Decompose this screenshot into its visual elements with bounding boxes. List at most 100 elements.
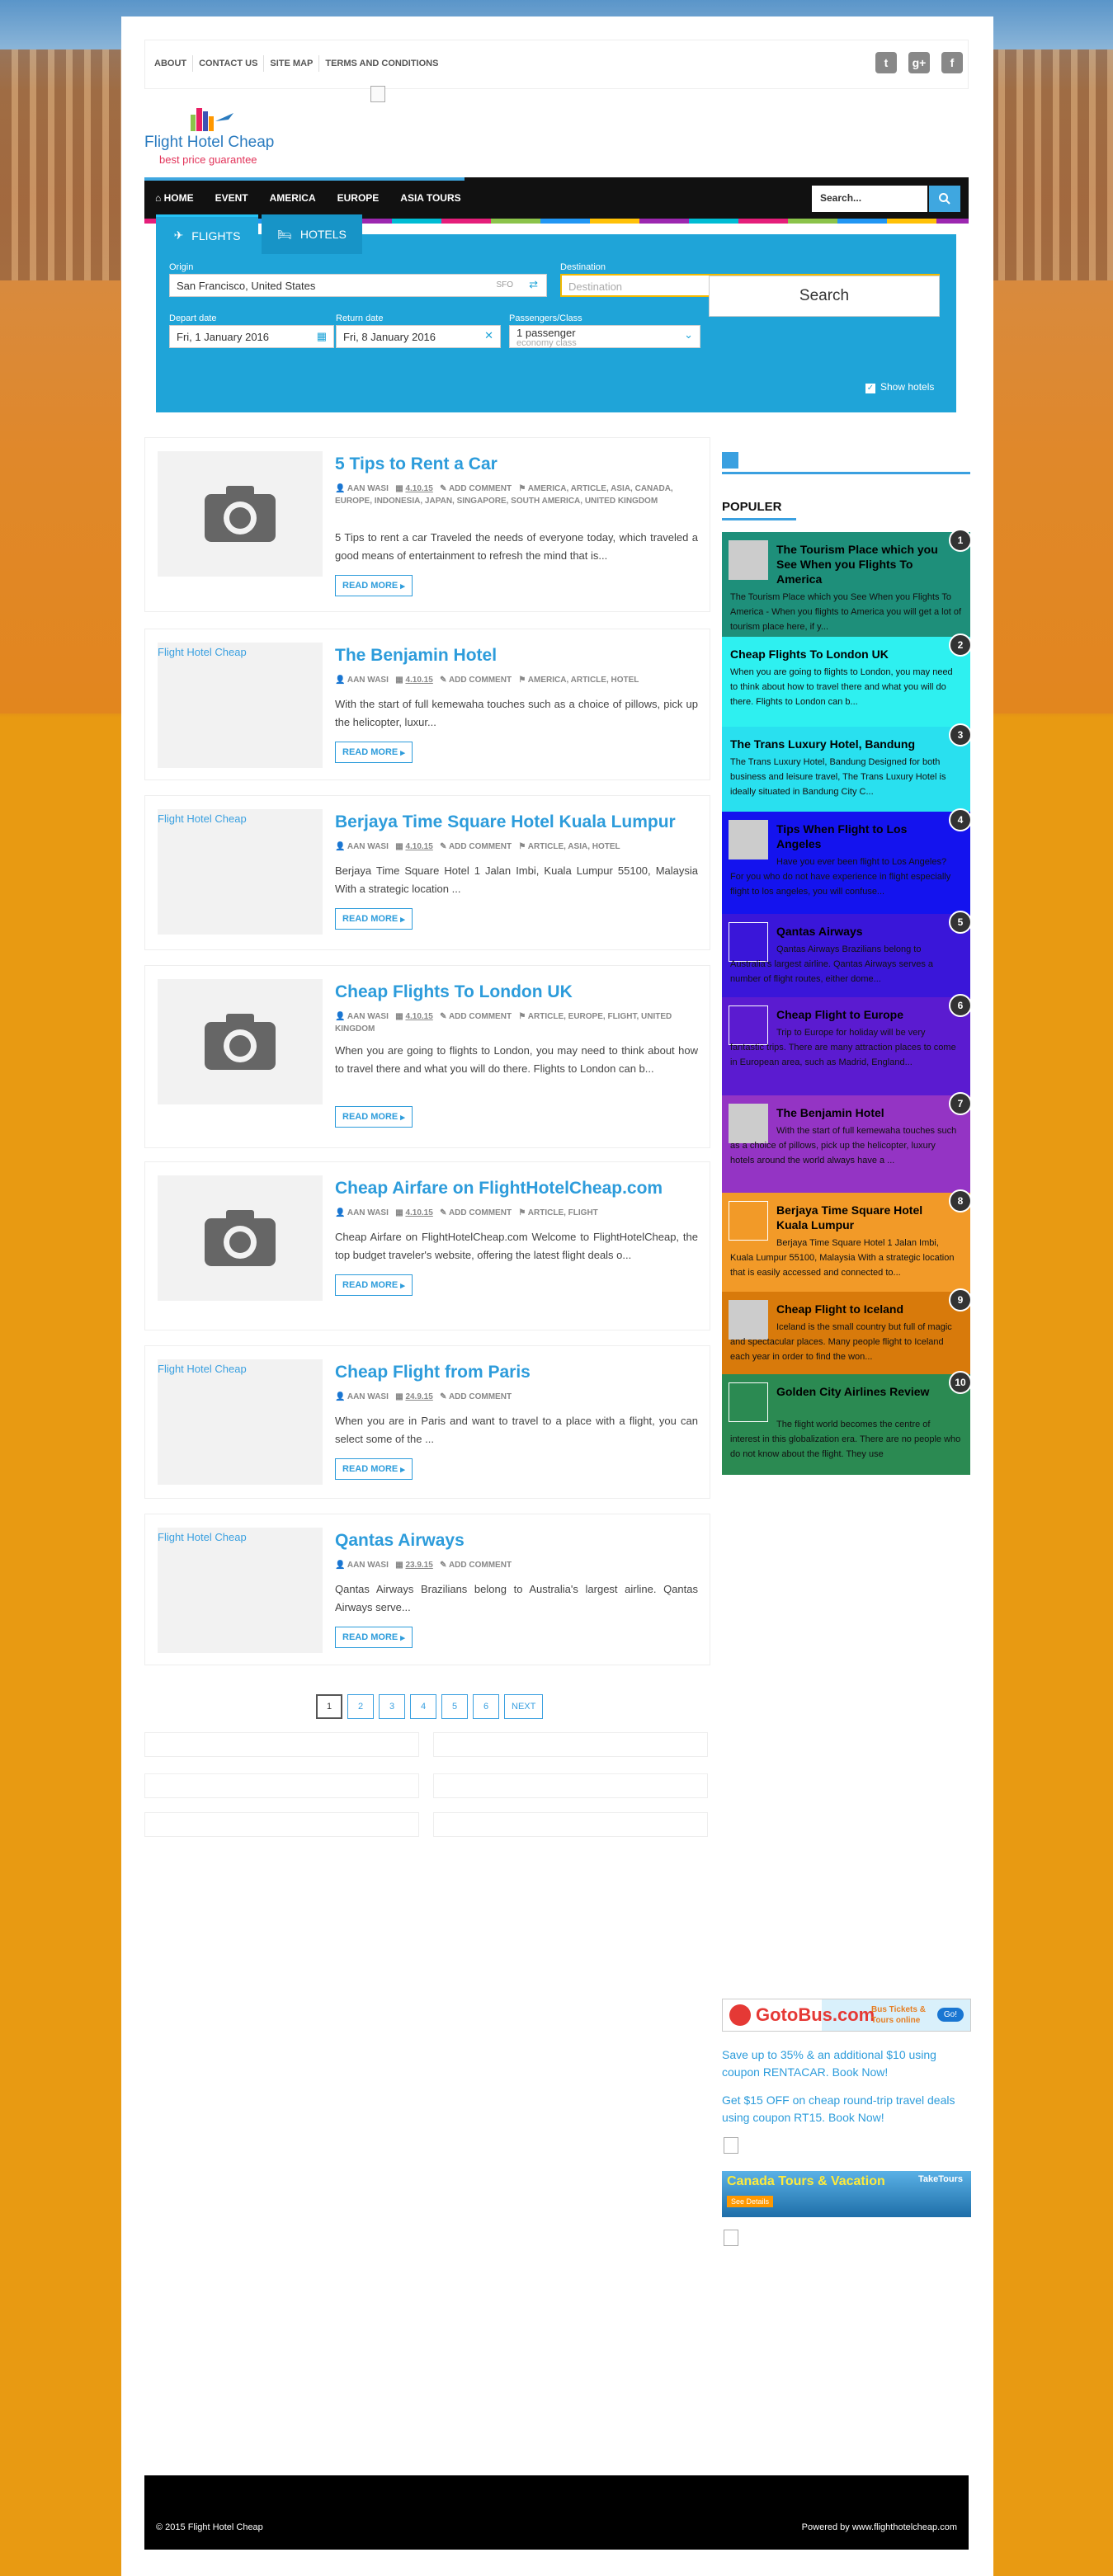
read-more-button[interactable]: READ MORE ▸ <box>335 1627 413 1648</box>
popular-title[interactable]: Golden City Airlines Review <box>776 1384 941 1399</box>
post-author[interactable]: AAN WASI <box>347 1561 389 1570</box>
read-more-button[interactable]: READ MORE ▸ <box>335 908 413 930</box>
popular-title[interactable]: The Benjamin Hotel <box>776 1105 941 1120</box>
post-title[interactable]: Qantas Airways <box>335 1531 465 1551</box>
post-meta: 👤 AAN WASI ▦ 4.10.15 ✎ ADD COMMENT ⚑ AME… <box>335 674 698 686</box>
popular-item[interactable]: Berjaya Time Square Hotel Kuala Lumpur Be… <box>722 1189 972 1292</box>
post-tags[interactable]: AMERICA, ARTICLE, HOTEL <box>528 676 639 685</box>
coupon-link-rentacar[interactable]: Save up to 35% & an additional $10 using… <box>722 2046 970 2081</box>
post-title[interactable]: Berjaya Time Square Hotel Kuala Lumpur <box>335 812 676 832</box>
popular-item[interactable]: Cheap Flights To London UK When you are g… <box>722 633 972 727</box>
post-comment-link[interactable]: ADD COMMENT <box>449 842 512 851</box>
post-comment-link[interactable]: ADD COMMENT <box>449 1561 512 1570</box>
post-thumbnail[interactable]: Flight Hotel Cheap <box>158 809 323 935</box>
popular-item[interactable]: The Tourism Place which you See When you… <box>722 529 972 637</box>
canada-tours-ad[interactable]: Canada Tours & Vacation See Details Take… <box>722 2171 971 2217</box>
post-author[interactable]: AAN WASI <box>347 1012 389 1021</box>
popular-item[interactable]: The Benjamin Hotel With the start of full… <box>722 1092 972 1193</box>
sidebar-tab-icon[interactable] <box>722 452 738 469</box>
nav-event[interactable]: EVENT <box>205 192 259 204</box>
tab-flights[interactable]: ✈ FLIGHTS <box>156 214 258 254</box>
page-1[interactable]: 1 <box>316 1694 342 1719</box>
page-4[interactable]: 4 <box>410 1694 436 1719</box>
post-author[interactable]: AAN WASI <box>347 484 389 493</box>
popular-item[interactable]: The Trans Luxury Hotel, Bandung The Trans… <box>722 723 972 812</box>
footer-powered[interactable]: Powered by www.flighthotelcheap.com <box>802 2522 957 2532</box>
flight-search-button[interactable]: Search <box>709 275 940 317</box>
post-author[interactable]: AAN WASI <box>347 1392 389 1401</box>
post-title[interactable]: Cheap Flights To London UK <box>335 982 573 1002</box>
popular-title[interactable]: Tips When Flight to Los Angeles <box>776 822 941 851</box>
topnav-contact[interactable]: CONTACT US <box>193 55 265 72</box>
post-title[interactable]: The Benjamin Hotel <box>335 646 497 666</box>
post-comment-link[interactable]: ADD COMMENT <box>449 676 512 685</box>
nav-home[interactable]: ⌂ HOME <box>144 192 205 204</box>
camera-icon <box>205 486 276 542</box>
popular-title[interactable]: The Tourism Place which you See When you… <box>776 542 941 586</box>
clear-icon[interactable]: ✕ <box>484 329 493 342</box>
comment-icon: ✎ <box>440 1392 449 1401</box>
popular-title[interactable]: Cheap Flight to Iceland <box>776 1302 941 1316</box>
read-more-button[interactable]: READ MORE ▸ <box>335 575 413 596</box>
popular-item[interactable]: Cheap Flight to Iceland Iceland is the sm… <box>722 1288 972 1374</box>
nav-europe[interactable]: EUROPE <box>327 192 390 204</box>
post-card: Cheap Flights To London UK 👤 AAN WASI ▦ 4… <box>144 965 710 1148</box>
gotobus-ad[interactable]: GotoBus.com Bus Tickets & Tours online G… <box>722 1999 971 2032</box>
topnav-about[interactable]: ABOUT <box>149 55 194 72</box>
page-6[interactable]: 6 <box>473 1694 499 1719</box>
topnav-sitemap[interactable]: SITE MAP <box>264 55 320 72</box>
coupon-link-rt15[interactable]: Get $15 OFF on cheap round-trip travel d… <box>722 2092 970 2126</box>
post-tags[interactable]: ARTICLE, FLIGHT <box>528 1208 598 1217</box>
post-author[interactable]: AAN WASI <box>347 842 389 851</box>
post-title[interactable]: 5 Tips to Rent a Car <box>335 454 498 474</box>
search-button[interactable] <box>929 186 960 212</box>
popular-item[interactable]: Golden City Airlines Review The flight wo… <box>722 1371 972 1475</box>
post-comment-link[interactable]: ADD COMMENT <box>449 484 512 493</box>
show-hotels-checkbox[interactable]: ✓ Show hotels <box>865 381 934 393</box>
post-comment-link[interactable]: ADD COMMENT <box>449 1012 512 1021</box>
google-plus-icon[interactable]: g+ <box>908 52 930 73</box>
tab-hotels[interactable]: 🛏 HOTELS <box>262 214 362 254</box>
twitter-icon[interactable]: t <box>875 52 897 73</box>
read-more-button[interactable]: READ MORE ▸ <box>335 1274 413 1296</box>
page-3[interactable]: 3 <box>379 1694 405 1719</box>
return-date-field[interactable]: Fri, 8 January 2016 ✕ <box>336 325 501 348</box>
nav-asia-tours[interactable]: ASIA TOURS <box>389 192 471 204</box>
post-thumbnail[interactable] <box>158 1175 323 1301</box>
topnav-terms[interactable]: TERMS AND CONDITIONS <box>319 55 444 72</box>
post-tags[interactable]: ARTICLE, ASIA, HOTEL <box>528 842 620 851</box>
popular-item[interactable]: Qantas Airways Qantas Airways Brazilians … <box>722 911 972 997</box>
origin-field[interactable]: San Francisco, United States SFO ⇄ <box>169 274 547 297</box>
nav-america[interactable]: AMERICA <box>259 192 327 204</box>
popular-title[interactable]: Berjaya Time Square Hotel Kuala Lumpur <box>776 1203 941 1232</box>
depart-date-field[interactable]: Fri, 1 January 2016 ▦ <box>169 325 334 348</box>
post-title[interactable]: Cheap Airfare on FlightHotelCheap.com <box>335 1179 663 1199</box>
post-comment-link[interactable]: ADD COMMENT <box>449 1392 512 1401</box>
popular-title[interactable]: The Trans Luxury Hotel, Bandung <box>730 737 945 751</box>
read-more-button[interactable]: READ MORE ▸ <box>335 1106 413 1128</box>
post-thumbnail[interactable] <box>158 451 323 577</box>
post-thumbnail[interactable]: Flight Hotel Cheap <box>158 1359 323 1485</box>
post-thumbnail[interactable]: Flight Hotel Cheap <box>158 1528 323 1653</box>
popular-title[interactable]: Cheap Flights To London UK <box>730 647 945 662</box>
site-logo[interactable]: Flight Hotel Cheap best price guarantee <box>144 92 285 167</box>
swap-icon[interactable]: ⇄ <box>529 278 538 291</box>
read-more-button[interactable]: READ MORE ▸ <box>335 742 413 763</box>
popular-item[interactable]: Tips When Flight to Los Angeles Have you … <box>722 808 972 914</box>
search-input[interactable]: Search... <box>812 186 927 212</box>
post-thumbnail[interactable]: Flight Hotel Cheap <box>158 643 323 768</box>
facebook-icon[interactable]: f <box>941 52 963 73</box>
read-more-button[interactable]: READ MORE ▸ <box>335 1458 413 1480</box>
page-next[interactable]: NEXT <box>504 1694 544 1719</box>
passengers-select[interactable]: 1 passenger economy class ⌄ <box>509 325 700 348</box>
popular-item[interactable]: Cheap Flight to Europe Trip to Europe for… <box>722 994 972 1095</box>
post-author[interactable]: AAN WASI <box>347 1208 389 1217</box>
popular-title[interactable]: Qantas Airways <box>776 924 941 939</box>
popular-title[interactable]: Cheap Flight to Europe <box>776 1007 941 1022</box>
page-5[interactable]: 5 <box>441 1694 468 1719</box>
page-2[interactable]: 2 <box>347 1694 374 1719</box>
post-author[interactable]: AAN WASI <box>347 676 389 685</box>
post-comment-link[interactable]: ADD COMMENT <box>449 1208 512 1217</box>
post-title[interactable]: Cheap Flight from Paris <box>335 1363 531 1382</box>
post-thumbnail[interactable] <box>158 979 323 1104</box>
